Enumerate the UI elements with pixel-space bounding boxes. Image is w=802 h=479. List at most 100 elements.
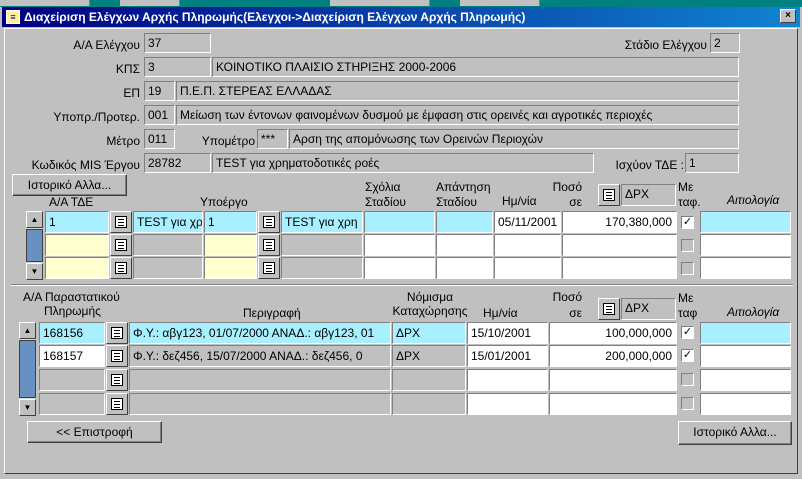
table-row-date[interactable] xyxy=(467,393,548,415)
table-row-aa-tde[interactable]: 1 xyxy=(45,211,109,233)
table-row-subproject[interactable]: 1 xyxy=(204,211,257,233)
table-row-comments[interactable] xyxy=(364,234,435,256)
table-row-currency[interactable]: ΔΡΧ xyxy=(392,322,466,344)
table-row-justification[interactable] xyxy=(700,345,791,367)
mis-code-field[interactable]: 28782 xyxy=(144,153,211,173)
block1-scrollbar[interactable]: ▲ ▼ xyxy=(26,211,43,280)
table-row-checkbox[interactable] xyxy=(681,262,694,275)
submeasure-desc-field[interactable]: Αρση της απομόνωσης των Ορεινών Περιοχών xyxy=(289,129,739,149)
table-row-checkbox[interactable] xyxy=(681,397,694,410)
table-row-date[interactable] xyxy=(467,369,548,391)
table-row-aa-tde[interactable] xyxy=(45,257,109,279)
table-row-tde-desc[interactable] xyxy=(133,234,203,256)
scroll-up-icon[interactable]: ▲ xyxy=(19,322,36,339)
table-row-justification[interactable] xyxy=(700,211,791,233)
ep-desc-field[interactable]: Π.Ε.Π. ΣΤΕΡΕΑΣ ΕΛΛΑΔΑΣ xyxy=(176,81,739,101)
table-row-amount[interactable]: 200,000,000 xyxy=(549,345,677,367)
table-row-checkbox[interactable]: ✓ xyxy=(681,349,694,362)
stage-field[interactable]: 2 xyxy=(710,33,740,53)
table-row-comments[interactable] xyxy=(364,257,435,279)
row-lov-button[interactable] xyxy=(106,322,128,344)
table-row-tde-desc[interactable]: TEST για χρ xyxy=(133,211,203,233)
row-lov-button[interactable] xyxy=(106,393,128,415)
kps-code-field[interactable]: 3 xyxy=(144,57,211,77)
table-row-subproject-desc[interactable] xyxy=(281,234,363,256)
table-row-aa-payment[interactable]: 168157 xyxy=(39,345,105,367)
scroll-down-icon[interactable]: ▼ xyxy=(19,399,36,416)
currency-field[interactable]: ΔΡΧ xyxy=(621,184,676,206)
table-row-amount[interactable] xyxy=(549,393,677,415)
table-row-tde-desc[interactable] xyxy=(133,257,203,279)
table-row-subproject-desc[interactable] xyxy=(281,257,363,279)
row-lov-button[interactable] xyxy=(110,257,132,279)
taskbar-strip xyxy=(0,0,802,7)
scroll-thumb[interactable] xyxy=(19,340,36,398)
row-lov-button[interactable] xyxy=(258,257,280,279)
kps-desc-field[interactable]: ΚΟΙΝΟΤΙΚΟ ΠΛΑΙΣΙΟ ΣΤΗΡΙΞΗΣ 2000-2006 xyxy=(212,57,739,77)
history-button-top[interactable]: Ιστορικό Αλλα... xyxy=(12,174,127,196)
table-row-amount[interactable] xyxy=(562,257,677,279)
currency-lov-button-2[interactable] xyxy=(598,298,620,320)
table-row-date[interactable]: 05/11/2001 xyxy=(494,211,561,233)
table-row-description[interactable]: Φ.Υ.: δεζ456, 15/07/2000 ΑΝΑΔ.: δεζ456, … xyxy=(129,345,391,367)
table-row-date[interactable]: 15/01/2001 xyxy=(467,345,548,367)
table-row-answer[interactable] xyxy=(436,257,493,279)
back-button[interactable]: << Επιστροφή xyxy=(27,421,162,443)
table-row-amount[interactable]: 100,000,000 xyxy=(549,322,677,344)
table-row-justification[interactable] xyxy=(700,234,791,256)
table-row-justification[interactable] xyxy=(700,393,791,415)
table-row-description[interactable] xyxy=(129,393,391,415)
table-row-description[interactable] xyxy=(129,369,391,391)
table-row-date[interactable]: 15/10/2001 xyxy=(467,322,548,344)
table-row-answer[interactable] xyxy=(436,234,493,256)
submeasure-code-field[interactable]: *** xyxy=(257,129,288,149)
tde-field[interactable]: 1 xyxy=(685,153,739,173)
scroll-up-icon[interactable]: ▲ xyxy=(26,211,43,228)
table-row-currency[interactable] xyxy=(392,369,466,391)
table-row-amount[interactable]: 170,380,000 xyxy=(562,211,677,233)
scroll-thumb[interactable] xyxy=(26,229,43,262)
table-row-answer[interactable] xyxy=(436,211,493,233)
table-row-checkbox[interactable]: ✓ xyxy=(681,216,694,229)
row-lov-button[interactable] xyxy=(106,369,128,391)
table-row-subproject-desc[interactable]: TEST για χρη xyxy=(281,211,363,233)
table-row-aa-payment[interactable] xyxy=(39,369,105,391)
currency-field-2[interactable]: ΔΡΧ xyxy=(621,298,676,320)
table-row-date[interactable] xyxy=(494,257,561,279)
row-lov-button[interactable] xyxy=(110,211,132,233)
ep-code-field[interactable]: 19 xyxy=(144,81,175,101)
row-lov-button[interactable] xyxy=(106,345,128,367)
table-row-checkbox[interactable]: ✓ xyxy=(681,326,694,339)
table-row-description[interactable]: Φ.Υ.: αβγ123, 01/07/2000 ΑΝΑΔ.: αβγ123, … xyxy=(129,322,391,344)
table-row-justification[interactable] xyxy=(700,257,791,279)
col-amount-2: Ποσό xyxy=(552,290,582,304)
table-row-subproject[interactable] xyxy=(204,257,257,279)
close-button[interactable]: × xyxy=(780,9,796,23)
table-row-comments[interactable] xyxy=(364,211,435,233)
table-row-checkbox[interactable] xyxy=(681,239,694,252)
aa-field[interactable]: 37 xyxy=(144,33,211,53)
currency-lov-button[interactable] xyxy=(598,184,620,206)
table-row-amount[interactable] xyxy=(562,234,677,256)
row-lov-button[interactable] xyxy=(110,234,132,256)
table-row-subproject[interactable] xyxy=(204,234,257,256)
table-row-date[interactable] xyxy=(494,234,561,256)
block2-scrollbar[interactable]: ▲ ▼ xyxy=(19,322,36,416)
priority-desc-field[interactable]: Μείωση των έντονων φαινομένων δυσμού με … xyxy=(176,105,739,125)
table-row-aa-payment[interactable] xyxy=(39,393,105,415)
mis-desc-field[interactable]: TEST για χρηματοδοτικές ροές xyxy=(212,153,594,173)
row-lov-button[interactable] xyxy=(258,234,280,256)
table-row-aa-tde[interactable] xyxy=(45,234,109,256)
row-lov-button[interactable] xyxy=(258,211,280,233)
table-row-amount[interactable] xyxy=(549,369,677,391)
table-row-aa-payment[interactable]: 168156 xyxy=(39,322,105,344)
table-row-justification[interactable] xyxy=(700,369,791,391)
priority-code-field[interactable]: 001 xyxy=(144,105,175,125)
scroll-down-icon[interactable]: ▼ xyxy=(26,263,43,280)
history-button-bottom[interactable]: Ιστορικό Αλλα... xyxy=(678,421,792,445)
table-row-checkbox[interactable] xyxy=(681,373,694,386)
table-row-currency[interactable]: ΔΡΧ xyxy=(392,345,466,367)
measure-code-field[interactable]: 011 xyxy=(144,129,175,149)
table-row-justification[interactable] xyxy=(700,322,791,344)
table-row-currency[interactable] xyxy=(392,393,466,415)
